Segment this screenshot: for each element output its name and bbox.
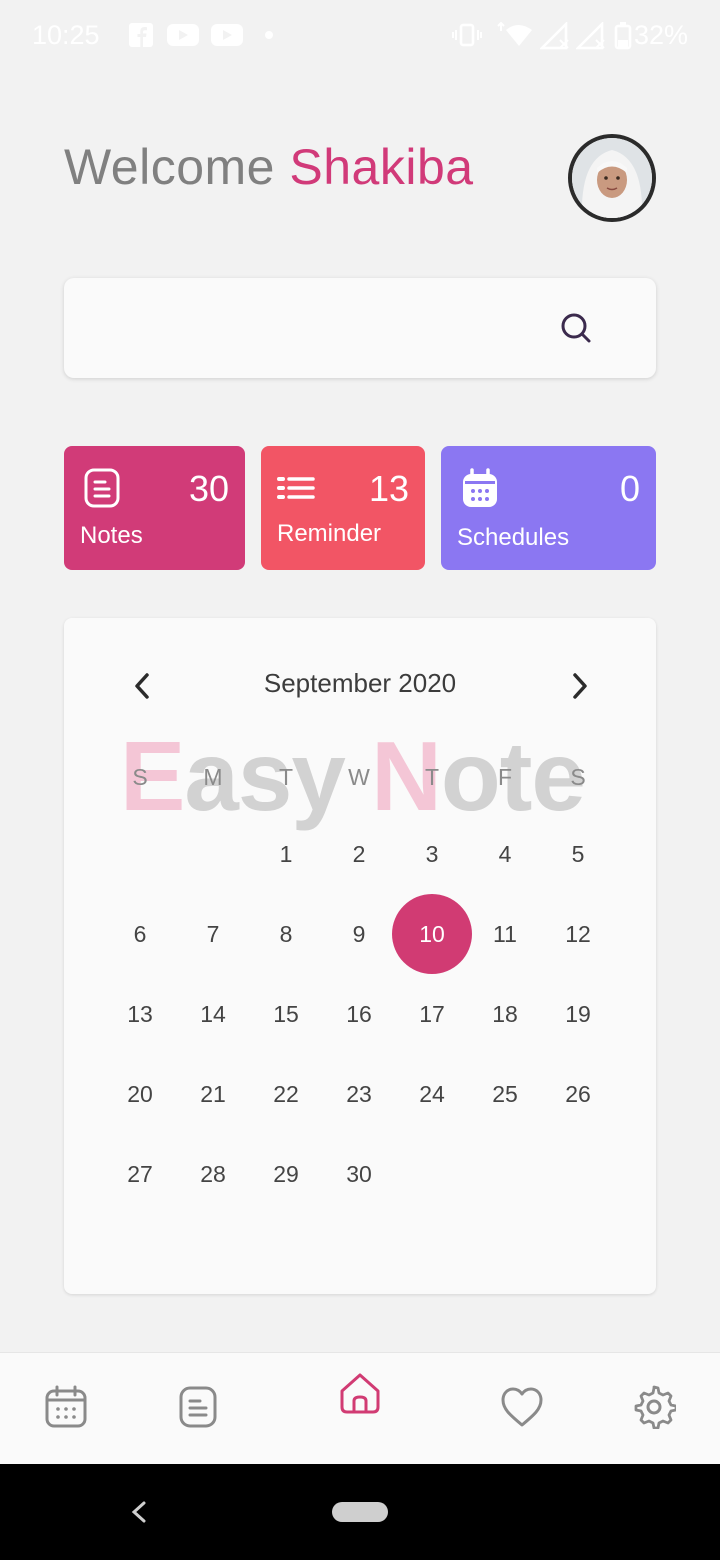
status-bar: 10:25 32% (0, 0, 720, 72)
calendar-day[interactable]: 12 (548, 921, 608, 948)
notes-icon (84, 468, 120, 508)
weekday-label: M (203, 764, 223, 790)
weekday-label: S (570, 764, 586, 790)
heart-icon[interactable] (500, 1385, 544, 1429)
calendar-day[interactable]: 11 (475, 921, 535, 948)
wifi-icon (497, 22, 532, 46)
calendar-day[interactable]: 5 (548, 841, 608, 868)
calendar-day[interactable]: 17 (402, 1001, 462, 1028)
list-icon (277, 477, 315, 499)
battery-icon (614, 22, 632, 50)
notes-count: 30 (188, 468, 229, 509)
system-nav-bar (0, 1464, 720, 1560)
welcome-text: Welcome (64, 139, 275, 195)
calendar-day[interactable]: 26 (548, 1081, 608, 1108)
calendar-day[interactable]: 28 (183, 1161, 243, 1188)
calendar-day[interactable]: 9 (329, 921, 389, 948)
weekday-label: T (424, 764, 440, 790)
calendar-day[interactable]: 1 (256, 841, 316, 868)
calendar-day[interactable]: 6 (110, 921, 170, 948)
bottom-nav (0, 1352, 720, 1465)
selected-day[interactable]: 10 (392, 894, 472, 974)
calendar-day[interactable]: 14 (183, 1001, 243, 1028)
calendar-day[interactable]: 20 (110, 1081, 170, 1108)
signal-icon (540, 22, 569, 50)
search-input[interactable] (84, 298, 548, 360)
calendar-day[interactable]: 16 (329, 1001, 389, 1028)
calendar-day[interactable]: 29 (256, 1161, 316, 1188)
calendar-icon (463, 468, 497, 507)
calendar: September 2020 Easy Note SMTWTFS12345678… (64, 618, 656, 1294)
calendar-day[interactable]: 18 (475, 1001, 535, 1028)
calendar-day[interactable]: 21 (183, 1081, 243, 1108)
calendar-day[interactable]: 4 (475, 841, 535, 868)
calendar-icon[interactable] (44, 1385, 88, 1429)
calendar-day[interactable]: 13 (110, 1001, 170, 1028)
calendar-day[interactable]: 25 (475, 1081, 535, 1108)
calendar-day[interactable]: 8 (256, 921, 316, 948)
schedules-card[interactable]: 0 Schedules (441, 446, 656, 570)
calendar-day[interactable]: 24 (402, 1081, 462, 1108)
profile-photo (572, 138, 652, 218)
weekday-label: W (348, 764, 370, 790)
search-icon[interactable] (560, 312, 592, 344)
back-icon[interactable] (128, 1500, 150, 1524)
dot-icon (265, 31, 273, 39)
reminder-count: 13 (368, 468, 409, 509)
notes-icon[interactable] (176, 1385, 220, 1429)
home-icon[interactable] (338, 1371, 382, 1415)
facebook-icon (129, 23, 153, 47)
avatar[interactable] (568, 134, 656, 222)
weekday-label: T (278, 764, 294, 790)
schedules-label: Schedules (457, 524, 570, 551)
notes-label: Notes (80, 522, 143, 549)
calendar-day[interactable]: 15 (256, 1001, 316, 1028)
settings-icon[interactable] (632, 1385, 676, 1429)
signal-icon (576, 22, 605, 50)
chevron-right-icon[interactable] (568, 672, 592, 700)
user-name: Shakiba (289, 139, 474, 195)
home-pill[interactable] (332, 1502, 388, 1522)
youtube-icon (211, 24, 243, 46)
notes-card[interactable]: 30 Notes (64, 446, 245, 570)
weekday-label: S (132, 764, 148, 790)
reminder-card[interactable]: 13 Reminder (261, 446, 425, 570)
battery-percent: 32% (633, 20, 688, 50)
weekday-label: F (497, 764, 513, 790)
reminder-label: Reminder (277, 520, 382, 547)
youtube-icon (167, 24, 199, 46)
calendar-day[interactable]: 3 (402, 841, 462, 868)
calendar-day[interactable]: 30 (329, 1161, 389, 1188)
vibrate-icon (452, 23, 482, 47)
calendar-day[interactable]: 22 (256, 1081, 316, 1108)
calendar-day[interactable]: 27 (110, 1161, 170, 1188)
schedules-count: 0 (619, 468, 640, 509)
calendar-day[interactable]: 2 (329, 841, 389, 868)
calendar-day[interactable]: 7 (183, 921, 243, 948)
calendar-day[interactable]: 19 (548, 1001, 608, 1028)
calendar-day[interactable]: 23 (329, 1081, 389, 1108)
clock: 10:25 (32, 20, 100, 50)
welcome-heading: Welcome Shakiba (64, 138, 474, 196)
